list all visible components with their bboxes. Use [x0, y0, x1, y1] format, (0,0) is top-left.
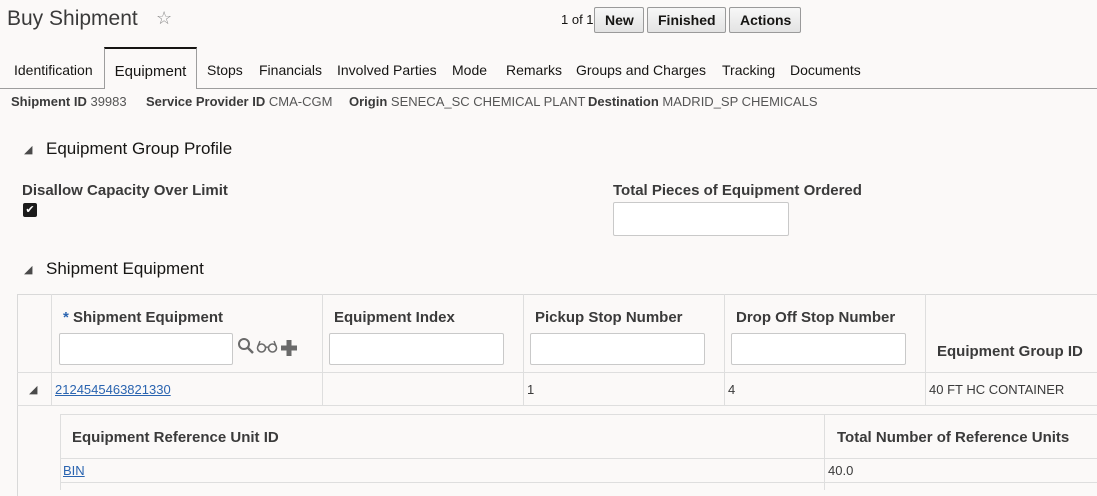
column-divider: [925, 294, 926, 406]
finished-button[interactable]: Finished: [647, 7, 726, 33]
column-divider: [824, 414, 825, 490]
row-divider: [60, 482, 1097, 483]
column-divider: [523, 294, 524, 406]
col-header-shipment-equipment: * Shipment Equipment: [63, 309, 223, 326]
total-reference-units-cell: 40.0: [828, 463, 854, 478]
search-icon[interactable]: [237, 336, 255, 361]
column-divider: [322, 294, 323, 406]
pickup-stop-cell: 1: [527, 382, 535, 397]
origin-label: Origin: [349, 94, 388, 109]
tab-financials[interactable]: Financials: [259, 62, 322, 78]
equipment-index-filter-input[interactable]: [329, 333, 504, 365]
info-service-provider: Service Provider ID CMA-CGM: [146, 94, 332, 109]
col-header-reference-unit-id: Equipment Reference Unit ID: [72, 429, 279, 446]
destination-label: Destination: [588, 94, 659, 109]
shipment-id-label: Shipment ID: [11, 94, 87, 109]
service-provider-value: CMA-CGM: [268, 94, 333, 109]
col-header-pickup-stop: Pickup Stop Number: [535, 309, 683, 326]
glasses-icon[interactable]: [256, 338, 278, 359]
service-provider-label: Service Provider ID: [146, 94, 266, 109]
shipment-equipment-link[interactable]: 2124545463821330: [55, 382, 171, 397]
info-destination: Destination MADRID_SP CHEMICALS: [588, 94, 818, 109]
disallow-capacity-checkbox[interactable]: ✔: [23, 203, 37, 217]
favorite-star-icon[interactable]: ☆: [156, 8, 172, 29]
equipment-reference-table: [60, 414, 1097, 490]
add-icon[interactable]: [280, 339, 298, 362]
equipment-group-profile-title: Equipment Group Profile: [46, 139, 233, 158]
reference-unit-link[interactable]: BIN: [63, 463, 85, 478]
dropoff-stop-cell: 4: [728, 382, 736, 397]
row-divider: [17, 372, 1097, 373]
row-divider: [17, 405, 1097, 406]
shipment-id-value: 39983: [90, 94, 127, 109]
tab-equipment[interactable]: Equipment: [104, 47, 197, 89]
tab-remarks[interactable]: Remarks: [506, 62, 562, 78]
expand-row-triangle-icon[interactable]: ◢: [29, 383, 37, 396]
tab-groups-and-charges[interactable]: Groups and Charges: [576, 62, 706, 78]
page-title: Buy Shipment: [7, 7, 138, 30]
tab-involved-parties[interactable]: Involved Parties: [337, 62, 437, 78]
col-header-total-reference-units: Total Number of Reference Units: [837, 429, 1070, 446]
tab-stops[interactable]: Stops: [207, 62, 243, 78]
col-header-dropoff-stop: Drop Off Stop Number: [736, 309, 896, 326]
tab-tracking[interactable]: Tracking: [722, 62, 775, 78]
col-header-equipment-group-id: Equipment Group ID: [937, 343, 1083, 360]
new-button[interactable]: New: [594, 7, 644, 33]
equipment-group-id-cell: 40 FT HC CONTAINER: [929, 382, 1065, 397]
actions-button[interactable]: Actions: [729, 7, 801, 33]
origin-value: SENECA_SC CHEMICAL PLANT: [390, 94, 586, 109]
col-header-equipment-index: Equipment Index: [334, 309, 455, 326]
pager-text: 1 of 1: [561, 12, 594, 27]
destination-value: MADRID_SP CHEMICALS: [662, 94, 818, 109]
shipment-equipment-filter-input[interactable]: [59, 333, 233, 365]
tab-documents[interactable]: Documents: [790, 62, 861, 78]
disallow-capacity-label: Disallow Capacity Over Limit: [22, 182, 228, 199]
required-marker: *: [63, 309, 69, 326]
collapse-triangle-icon[interactable]: ◢: [24, 143, 32, 156]
total-pieces-label: Total Pieces of Equipment Ordered: [613, 182, 862, 199]
shipment-equipment-title: Shipment Equipment: [46, 259, 204, 278]
tab-mode[interactable]: Mode: [452, 62, 487, 78]
column-divider: [724, 294, 725, 406]
pickup-stop-filter-input[interactable]: [530, 333, 705, 365]
total-pieces-input[interactable]: [613, 202, 789, 236]
dropoff-stop-filter-input[interactable]: [731, 333, 906, 365]
info-shipment-id: Shipment ID 39983: [11, 94, 127, 109]
column-divider: [51, 294, 52, 406]
tab-identification[interactable]: Identification: [14, 62, 93, 78]
info-origin: Origin SENECA_SC CHEMICAL PLANT: [349, 94, 585, 109]
col-header-shipment-equipment-label: Shipment Equipment: [73, 309, 224, 326]
row-divider: [60, 458, 1097, 459]
collapse-triangle-icon[interactable]: ◢: [24, 263, 32, 276]
